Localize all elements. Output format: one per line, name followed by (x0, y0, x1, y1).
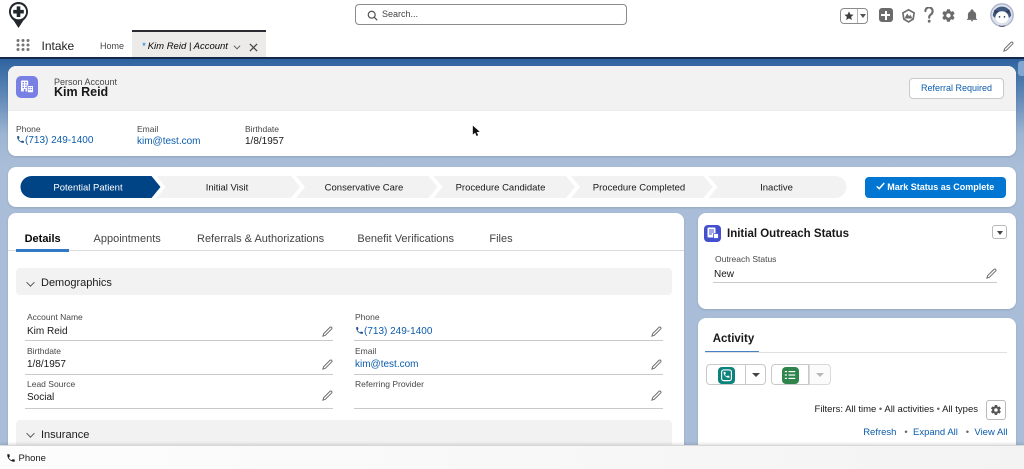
svg-text:Procedure Candidate: Procedure Candidate (456, 183, 546, 194)
svg-text:Conservative Care: Conservative Care (325, 183, 404, 194)
svg-text:Procedure Completed: Procedure Completed (593, 183, 685, 194)
svg-text:Inactive: Inactive (760, 183, 793, 194)
svg-text:Potential Patient: Potential Patient (53, 183, 123, 194)
svg-text:Initial Visit: Initial Visit (206, 183, 249, 194)
